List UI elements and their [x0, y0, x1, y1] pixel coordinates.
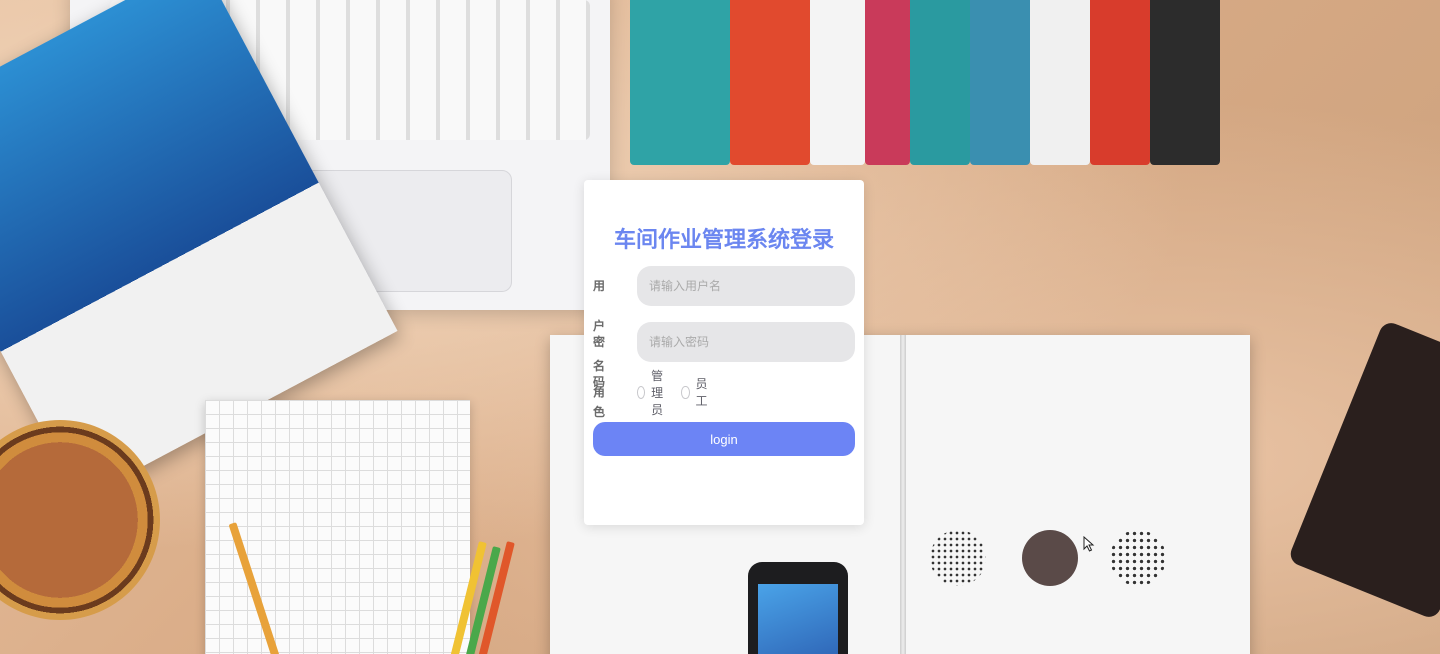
dot-pattern [1022, 530, 1078, 586]
role-option-employee-label[interactable]: 员工 [696, 375, 709, 409]
username-input[interactable] [637, 266, 855, 306]
role-label: 角色 [593, 385, 606, 419]
role-radio-group: 管理员 员工 [637, 369, 719, 417]
book [970, 0, 1030, 165]
notepad-decoration [205, 400, 470, 654]
book [1030, 0, 1090, 165]
dot-pattern [1110, 530, 1166, 586]
phone-screen [758, 584, 838, 654]
role-radio-admin[interactable] [637, 385, 646, 399]
password-input[interactable] [637, 322, 855, 362]
login-button[interactable]: login [593, 422, 855, 456]
book [910, 0, 970, 165]
tablet-decoration [1287, 319, 1440, 621]
book [865, 0, 910, 165]
role-radio-employee[interactable] [681, 385, 690, 399]
book [630, 0, 730, 165]
book-spine [900, 335, 906, 654]
book [1150, 0, 1220, 165]
dot-pattern [930, 530, 986, 586]
book [810, 0, 865, 165]
role-option-admin-label[interactable]: 管理员 [651, 367, 671, 418]
phone-decoration [748, 562, 848, 654]
book [1090, 0, 1150, 165]
books-decoration [630, 0, 1230, 170]
login-card: 车间作业管理系统登录 用户名 密码 角色 管理员 员工 login [584, 180, 864, 525]
book [730, 0, 810, 165]
mouse-cursor-icon [1083, 536, 1095, 552]
page-title: 车间作业管理系统登录 [613, 228, 834, 253]
